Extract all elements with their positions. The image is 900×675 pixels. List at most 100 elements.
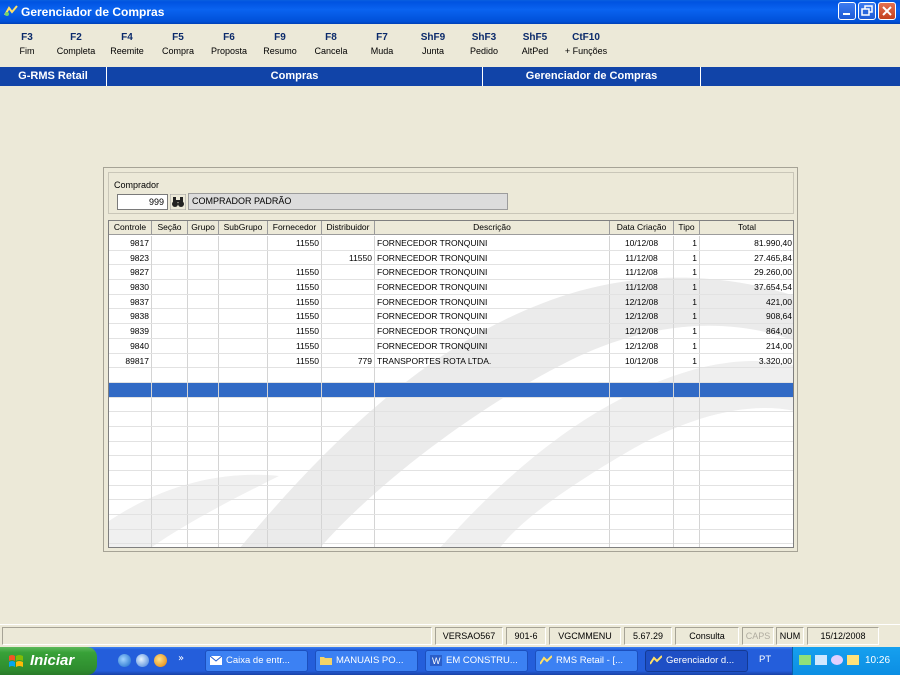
close-button[interactable]	[878, 2, 896, 20]
security-icon[interactable]	[847, 655, 859, 665]
fkey-proposta[interactable]: F6 Proposta	[204, 32, 254, 56]
table-row[interactable]: 9817 11550 FORNECEDOR TRONQUINI 10/12/08 1 81…	[109, 236, 793, 251]
cell-controle: 89817	[109, 353, 152, 368]
empty-row[interactable]	[109, 500, 793, 516]
ie-icon[interactable]	[118, 654, 131, 667]
fkey-resumo[interactable]: F9 Resumo	[255, 32, 305, 56]
media-player-icon[interactable]	[154, 654, 167, 667]
table-row[interactable]: 9840 11550 FORNECEDOR TRONQUINI 12/12/08 1 21…	[109, 338, 793, 354]
cell-tipo: 1	[674, 294, 700, 309]
fkey-fim[interactable]: F3 Fim	[2, 32, 52, 56]
fkey-reemite[interactable]: F4 Reemite	[102, 32, 152, 56]
system-tray: 10:26	[792, 647, 900, 675]
task-manuais[interactable]: MANUAIS PO...	[315, 650, 418, 672]
task-em-construcao[interactable]: W EM CONSTRU...	[425, 650, 528, 672]
empty-row[interactable]	[109, 471, 793, 486]
cell-data-criacao: 12/12/08	[610, 338, 674, 353]
cell-data-criacao: 11/12/08	[610, 250, 674, 265]
status-message-area	[2, 627, 432, 645]
empty-row[interactable]	[109, 456, 793, 471]
orders-grid[interactable]: Controle Seção Grupo SubGrupo Fornecedor…	[108, 220, 794, 548]
cell-distribuidor	[322, 265, 375, 280]
task-rms-retail[interactable]: RMS Retail - [...	[535, 650, 638, 672]
comprador-code-input[interactable]: 999	[117, 194, 168, 210]
monitor-icon[interactable]	[815, 655, 827, 665]
task-caixa-de-entrada[interactable]: Caixa de entr...	[205, 650, 308, 672]
col-header-controle[interactable]: Controle	[109, 221, 152, 235]
table-row[interactable]: 9827 11550 FORNECEDOR TRONQUINI 11/12/08 1 29…	[109, 265, 793, 281]
taskbar: Iniciar » Caixa de entr... MANUAIS PO...…	[0, 647, 900, 675]
table-row[interactable]: 9838 11550 FORNECEDOR TRONQUINI 12/12/08 1 90…	[109, 309, 793, 325]
restore-icon	[861, 5, 873, 16]
cell-subgrupo	[219, 265, 268, 280]
task-gerenciador[interactable]: Gerenciador d...	[645, 650, 748, 672]
network-icon[interactable]	[799, 655, 811, 665]
empty-row[interactable]	[109, 485, 793, 501]
binoculars-icon[interactable]	[170, 194, 186, 210]
cell-data-criacao: 12/12/08	[610, 294, 674, 309]
col-header-subgrupo[interactable]: SubGrupo	[219, 221, 268, 235]
windows-logo-icon	[9, 655, 23, 667]
cell-controle: 9840	[109, 338, 152, 353]
rms-icon	[540, 655, 552, 665]
table-row[interactable]: 9830 11550 FORNECEDOR TRONQUINI 11/12/08 1 37…	[109, 280, 793, 295]
cell-descricao: FORNECEDOR TRONQUINI	[375, 236, 610, 250]
language-indicator[interactable]: PT	[759, 654, 771, 665]
table-row[interactable]: 89817 11550 779 TRANSPORTES ROTA LTDA. 10/12…	[109, 353, 793, 369]
cell-subgrupo	[219, 280, 268, 295]
cell-fornecedor: 11550	[268, 324, 322, 339]
word-icon: W	[430, 655, 442, 666]
cell-descricao: FORNECEDOR TRONQUINI	[375, 294, 610, 309]
comprador-group: Comprador 999 COMPRADOR PADRÃO	[108, 172, 794, 214]
fkey-mais-funcoes[interactable]: CtF10 + Funções	[561, 32, 611, 56]
table-row[interactable]: 9823 11550 FORNECEDOR TRONQUINI 11/12/08 1 27…	[109, 250, 793, 266]
table-row[interactable]: 9839 11550 FORNECEDOR TRONQUINI 12/12/08 1 86…	[109, 324, 793, 339]
cell-subgrupo	[219, 294, 268, 309]
cell-subgrupo	[219, 250, 268, 265]
col-header-secao[interactable]: Seção	[152, 221, 188, 235]
fkey-cancela[interactable]: F8 Cancela	[306, 32, 356, 56]
maximize-button[interactable]	[858, 2, 876, 20]
empty-row[interactable]	[109, 368, 793, 383]
col-header-fornecedor[interactable]: Fornecedor	[268, 221, 322, 235]
selected-row[interactable]	[109, 382, 793, 398]
col-header-total[interactable]: Total	[700, 221, 793, 235]
fkey-muda[interactable]: F7 Muda	[357, 32, 407, 56]
minimize-button[interactable]	[838, 2, 856, 20]
fkey-altped[interactable]: ShF5 AltPed	[510, 32, 560, 56]
fkey-pedido[interactable]: ShF3 Pedido	[459, 32, 509, 56]
task-label: RMS Retail - [...	[556, 655, 624, 666]
cell-secao	[152, 353, 188, 368]
quick-launch-chevron-icon[interactable]: »	[178, 653, 184, 664]
fkey-compra[interactable]: F5 Compra	[153, 32, 203, 56]
start-button[interactable]: Iniciar	[0, 647, 97, 675]
close-icon	[882, 6, 892, 16]
sound-icon[interactable]	[831, 655, 843, 665]
clock[interactable]: 10:26	[865, 655, 890, 666]
empty-row[interactable]	[109, 426, 793, 442]
empty-row[interactable]	[109, 441, 793, 457]
fkey-completa[interactable]: F2 Completa	[51, 32, 101, 56]
fkey-junta[interactable]: ShF9 Junta	[408, 32, 458, 56]
col-header-descricao[interactable]: Descrição	[375, 221, 610, 235]
status-code: 901-6	[506, 627, 546, 645]
cell-fornecedor: 11550	[268, 309, 322, 324]
system-name: G-RMS Retail	[0, 67, 107, 86]
empty-row[interactable]	[109, 544, 793, 547]
col-header-tipo[interactable]: Tipo	[674, 221, 700, 235]
cell-data-criacao: 12/12/08	[610, 324, 674, 339]
cell-fornecedor: 11550	[268, 353, 322, 368]
rms-app-icon	[4, 5, 18, 16]
col-header-distribuidor[interactable]: Distribuidor	[322, 221, 375, 235]
col-header-grupo[interactable]: Grupo	[188, 221, 219, 235]
col-header-data-criacao[interactable]: Data Criação	[610, 221, 674, 235]
title-bar[interactable]: Gerenciador de Compras	[0, 0, 900, 24]
explorer-icon[interactable]	[136, 654, 149, 667]
empty-row[interactable]	[109, 529, 793, 545]
cell-tipo: 1	[674, 338, 700, 353]
table-row[interactable]: 9837 11550 FORNECEDOR TRONQUINI 12/12/08 1 42…	[109, 294, 793, 310]
cell-grupo	[188, 280, 219, 295]
empty-row[interactable]	[109, 397, 793, 413]
empty-row[interactable]	[109, 412, 793, 427]
empty-row[interactable]	[109, 515, 793, 530]
